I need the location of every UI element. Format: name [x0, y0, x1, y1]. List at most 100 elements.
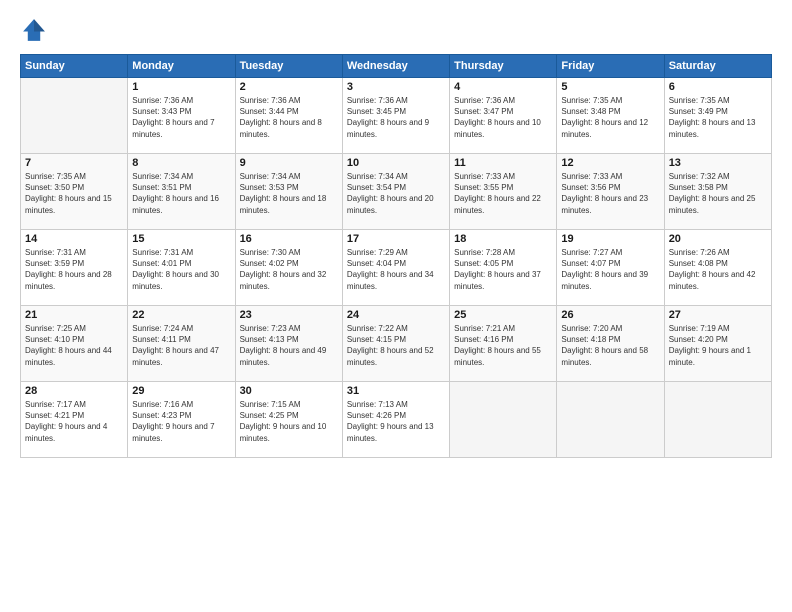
day-number: 28 — [25, 385, 123, 397]
calendar-week-row: 28 Sunrise: 7:17 AMSunset: 4:21 PMDayligh… — [21, 382, 772, 458]
logo — [20, 16, 52, 44]
calendar-week-row: 1 Sunrise: 7:36 AMSunset: 3:43 PMDaylight… — [21, 78, 772, 154]
day-number: 19 — [561, 233, 659, 245]
calendar-cell: 14 Sunrise: 7:31 AMSunset: 3:59 PMDayligh… — [21, 230, 128, 306]
day-number: 21 — [25, 309, 123, 321]
day-number: 15 — [132, 233, 230, 245]
cell-info: Sunrise: 7:35 AMSunset: 3:49 PMDaylight:… — [669, 95, 767, 140]
cell-info: Sunrise: 7:19 AMSunset: 4:20 PMDaylight:… — [669, 323, 767, 368]
cell-info: Sunrise: 7:36 AMSunset: 3:44 PMDaylight:… — [240, 95, 338, 140]
cell-info: Sunrise: 7:30 AMSunset: 4:02 PMDaylight:… — [240, 247, 338, 292]
day-number: 27 — [669, 309, 767, 321]
header — [20, 16, 772, 44]
day-number: 14 — [25, 233, 123, 245]
day-number: 2 — [240, 81, 338, 93]
day-number: 23 — [240, 309, 338, 321]
calendar-week-row: 14 Sunrise: 7:31 AMSunset: 3:59 PMDayligh… — [21, 230, 772, 306]
cell-info: Sunrise: 7:20 AMSunset: 4:18 PMDaylight:… — [561, 323, 659, 368]
cell-info: Sunrise: 7:35 AMSunset: 3:50 PMDaylight:… — [25, 171, 123, 216]
cell-info: Sunrise: 7:31 AMSunset: 4:01 PMDaylight:… — [132, 247, 230, 292]
calendar-cell: 30 Sunrise: 7:15 AMSunset: 4:25 PMDayligh… — [235, 382, 342, 458]
cell-info: Sunrise: 7:26 AMSunset: 4:08 PMDaylight:… — [669, 247, 767, 292]
calendar-cell: 18 Sunrise: 7:28 AMSunset: 4:05 PMDayligh… — [450, 230, 557, 306]
weekday-header-monday: Monday — [128, 55, 235, 78]
calendar-cell: 31Sunrise: 7:13 AMSunset: 4:26 PMDayligh… — [342, 382, 449, 458]
cell-info: Sunrise: 7:36 AMSunset: 3:45 PMDaylight:… — [347, 95, 445, 140]
calendar-cell — [450, 382, 557, 458]
cell-info: Sunrise: 7:21 AMSunset: 4:16 PMDaylight:… — [454, 323, 552, 368]
day-number: 9 — [240, 157, 338, 169]
cell-info: Sunrise: 7:24 AMSunset: 4:11 PMDaylight:… — [132, 323, 230, 368]
calendar-cell — [664, 382, 771, 458]
day-number: 11 — [454, 157, 552, 169]
cell-info: Sunrise: 7:34 AMSunset: 3:54 PMDaylight:… — [347, 171, 445, 216]
calendar-cell: 4Sunrise: 7:36 AMSunset: 3:47 PMDaylight… — [450, 78, 557, 154]
calendar-cell: 2 Sunrise: 7:36 AMSunset: 3:44 PMDaylight… — [235, 78, 342, 154]
day-number: 22 — [132, 309, 230, 321]
cell-info: Sunrise: 7:33 AMSunset: 3:55 PMDaylight:… — [454, 171, 552, 216]
weekday-header-wednesday: Wednesday — [342, 55, 449, 78]
calendar-cell: 3 Sunrise: 7:36 AMSunset: 3:45 PMDaylight… — [342, 78, 449, 154]
day-number: 16 — [240, 233, 338, 245]
day-number: 26 — [561, 309, 659, 321]
calendar-cell: 22 Sunrise: 7:24 AMSunset: 4:11 PMDayligh… — [128, 306, 235, 382]
calendar-week-row: 7Sunrise: 7:35 AMSunset: 3:50 PMDaylight… — [21, 154, 772, 230]
calendar-cell: 10 Sunrise: 7:34 AMSunset: 3:54 PMDayligh… — [342, 154, 449, 230]
cell-info: Sunrise: 7:16 AMSunset: 4:23 PMDaylight:… — [132, 399, 230, 444]
day-number: 20 — [669, 233, 767, 245]
calendar-cell: 9 Sunrise: 7:34 AMSunset: 3:53 PMDaylight… — [235, 154, 342, 230]
calendar-cell: 24 Sunrise: 7:22 AMSunset: 4:15 PMDayligh… — [342, 306, 449, 382]
calendar-cell: 20 Sunrise: 7:26 AMSunset: 4:08 PMDayligh… — [664, 230, 771, 306]
weekday-header-tuesday: Tuesday — [235, 55, 342, 78]
calendar-week-row: 21 Sunrise: 7:25 AMSunset: 4:10 PMDayligh… — [21, 306, 772, 382]
day-number: 3 — [347, 81, 445, 93]
day-number: 18 — [454, 233, 552, 245]
calendar-cell: 17 Sunrise: 7:29 AMSunset: 4:04 PMDayligh… — [342, 230, 449, 306]
calendar-cell: 23Sunrise: 7:23 AMSunset: 4:13 PMDayligh… — [235, 306, 342, 382]
calendar-cell: 16 Sunrise: 7:30 AMSunset: 4:02 PMDayligh… — [235, 230, 342, 306]
day-number: 30 — [240, 385, 338, 397]
calendar-cell: 29 Sunrise: 7:16 AMSunset: 4:23 PMDayligh… — [128, 382, 235, 458]
calendar-cell: 27 Sunrise: 7:19 AMSunset: 4:20 PMDayligh… — [664, 306, 771, 382]
cell-info: Sunrise: 7:36 AMSunset: 3:43 PMDaylight:… — [132, 95, 230, 140]
cell-info: Sunrise: 7:32 AMSunset: 3:58 PMDaylight:… — [669, 171, 767, 216]
calendar-cell: 7Sunrise: 7:35 AMSunset: 3:50 PMDaylight… — [21, 154, 128, 230]
day-number: 17 — [347, 233, 445, 245]
calendar-cell: 8 Sunrise: 7:34 AMSunset: 3:51 PMDaylight… — [128, 154, 235, 230]
calendar-cell: 28 Sunrise: 7:17 AMSunset: 4:21 PMDayligh… — [21, 382, 128, 458]
cell-info: Sunrise: 7:25 AMSunset: 4:10 PMDaylight:… — [25, 323, 123, 368]
cell-info: Sunrise: 7:15 AMSunset: 4:25 PMDaylight:… — [240, 399, 338, 444]
calendar-cell: 6 Sunrise: 7:35 AMSunset: 3:49 PMDaylight… — [664, 78, 771, 154]
day-number: 6 — [669, 81, 767, 93]
calendar-cell: 5Sunrise: 7:35 AMSunset: 3:48 PMDaylight… — [557, 78, 664, 154]
calendar-table: SundayMondayTuesdayWednesdayThursdayFrid… — [20, 54, 772, 458]
cell-info: Sunrise: 7:34 AMSunset: 3:53 PMDaylight:… — [240, 171, 338, 216]
weekday-header-thursday: Thursday — [450, 55, 557, 78]
calendar-cell: 11 Sunrise: 7:33 AMSunset: 3:55 PMDayligh… — [450, 154, 557, 230]
cell-info: Sunrise: 7:28 AMSunset: 4:05 PMDaylight:… — [454, 247, 552, 292]
day-number: 8 — [132, 157, 230, 169]
calendar-cell: 13Sunrise: 7:32 AMSunset: 3:58 PMDayligh… — [664, 154, 771, 230]
cell-info: Sunrise: 7:34 AMSunset: 3:51 PMDaylight:… — [132, 171, 230, 216]
weekday-header-sunday: Sunday — [21, 55, 128, 78]
day-number: 10 — [347, 157, 445, 169]
calendar-cell: 1 Sunrise: 7:36 AMSunset: 3:43 PMDaylight… — [128, 78, 235, 154]
cell-info: Sunrise: 7:27 AMSunset: 4:07 PMDaylight:… — [561, 247, 659, 292]
calendar-cell: 21 Sunrise: 7:25 AMSunset: 4:10 PMDayligh… — [21, 306, 128, 382]
weekday-header-saturday: Saturday — [664, 55, 771, 78]
calendar-cell: 26 Sunrise: 7:20 AMSunset: 4:18 PMDayligh… — [557, 306, 664, 382]
cell-info: Sunrise: 7:22 AMSunset: 4:15 PMDaylight:… — [347, 323, 445, 368]
calendar-cell: 25Sunrise: 7:21 AMSunset: 4:16 PMDayligh… — [450, 306, 557, 382]
day-number: 24 — [347, 309, 445, 321]
cell-info: Sunrise: 7:31 AMSunset: 3:59 PMDaylight:… — [25, 247, 123, 292]
cell-info: Sunrise: 7:33 AMSunset: 3:56 PMDaylight:… — [561, 171, 659, 216]
cell-info: Sunrise: 7:29 AMSunset: 4:04 PMDaylight:… — [347, 247, 445, 292]
day-number: 1 — [132, 81, 230, 93]
cell-info: Sunrise: 7:13 AMSunset: 4:26 PMDaylight:… — [347, 399, 445, 444]
day-number: 12 — [561, 157, 659, 169]
page-container: SundayMondayTuesdayWednesdayThursdayFrid… — [0, 0, 792, 468]
day-number: 5 — [561, 81, 659, 93]
cell-info: Sunrise: 7:17 AMSunset: 4:21 PMDaylight:… — [25, 399, 123, 444]
calendar-cell: 19 Sunrise: 7:27 AMSunset: 4:07 PMDayligh… — [557, 230, 664, 306]
day-number: 29 — [132, 385, 230, 397]
